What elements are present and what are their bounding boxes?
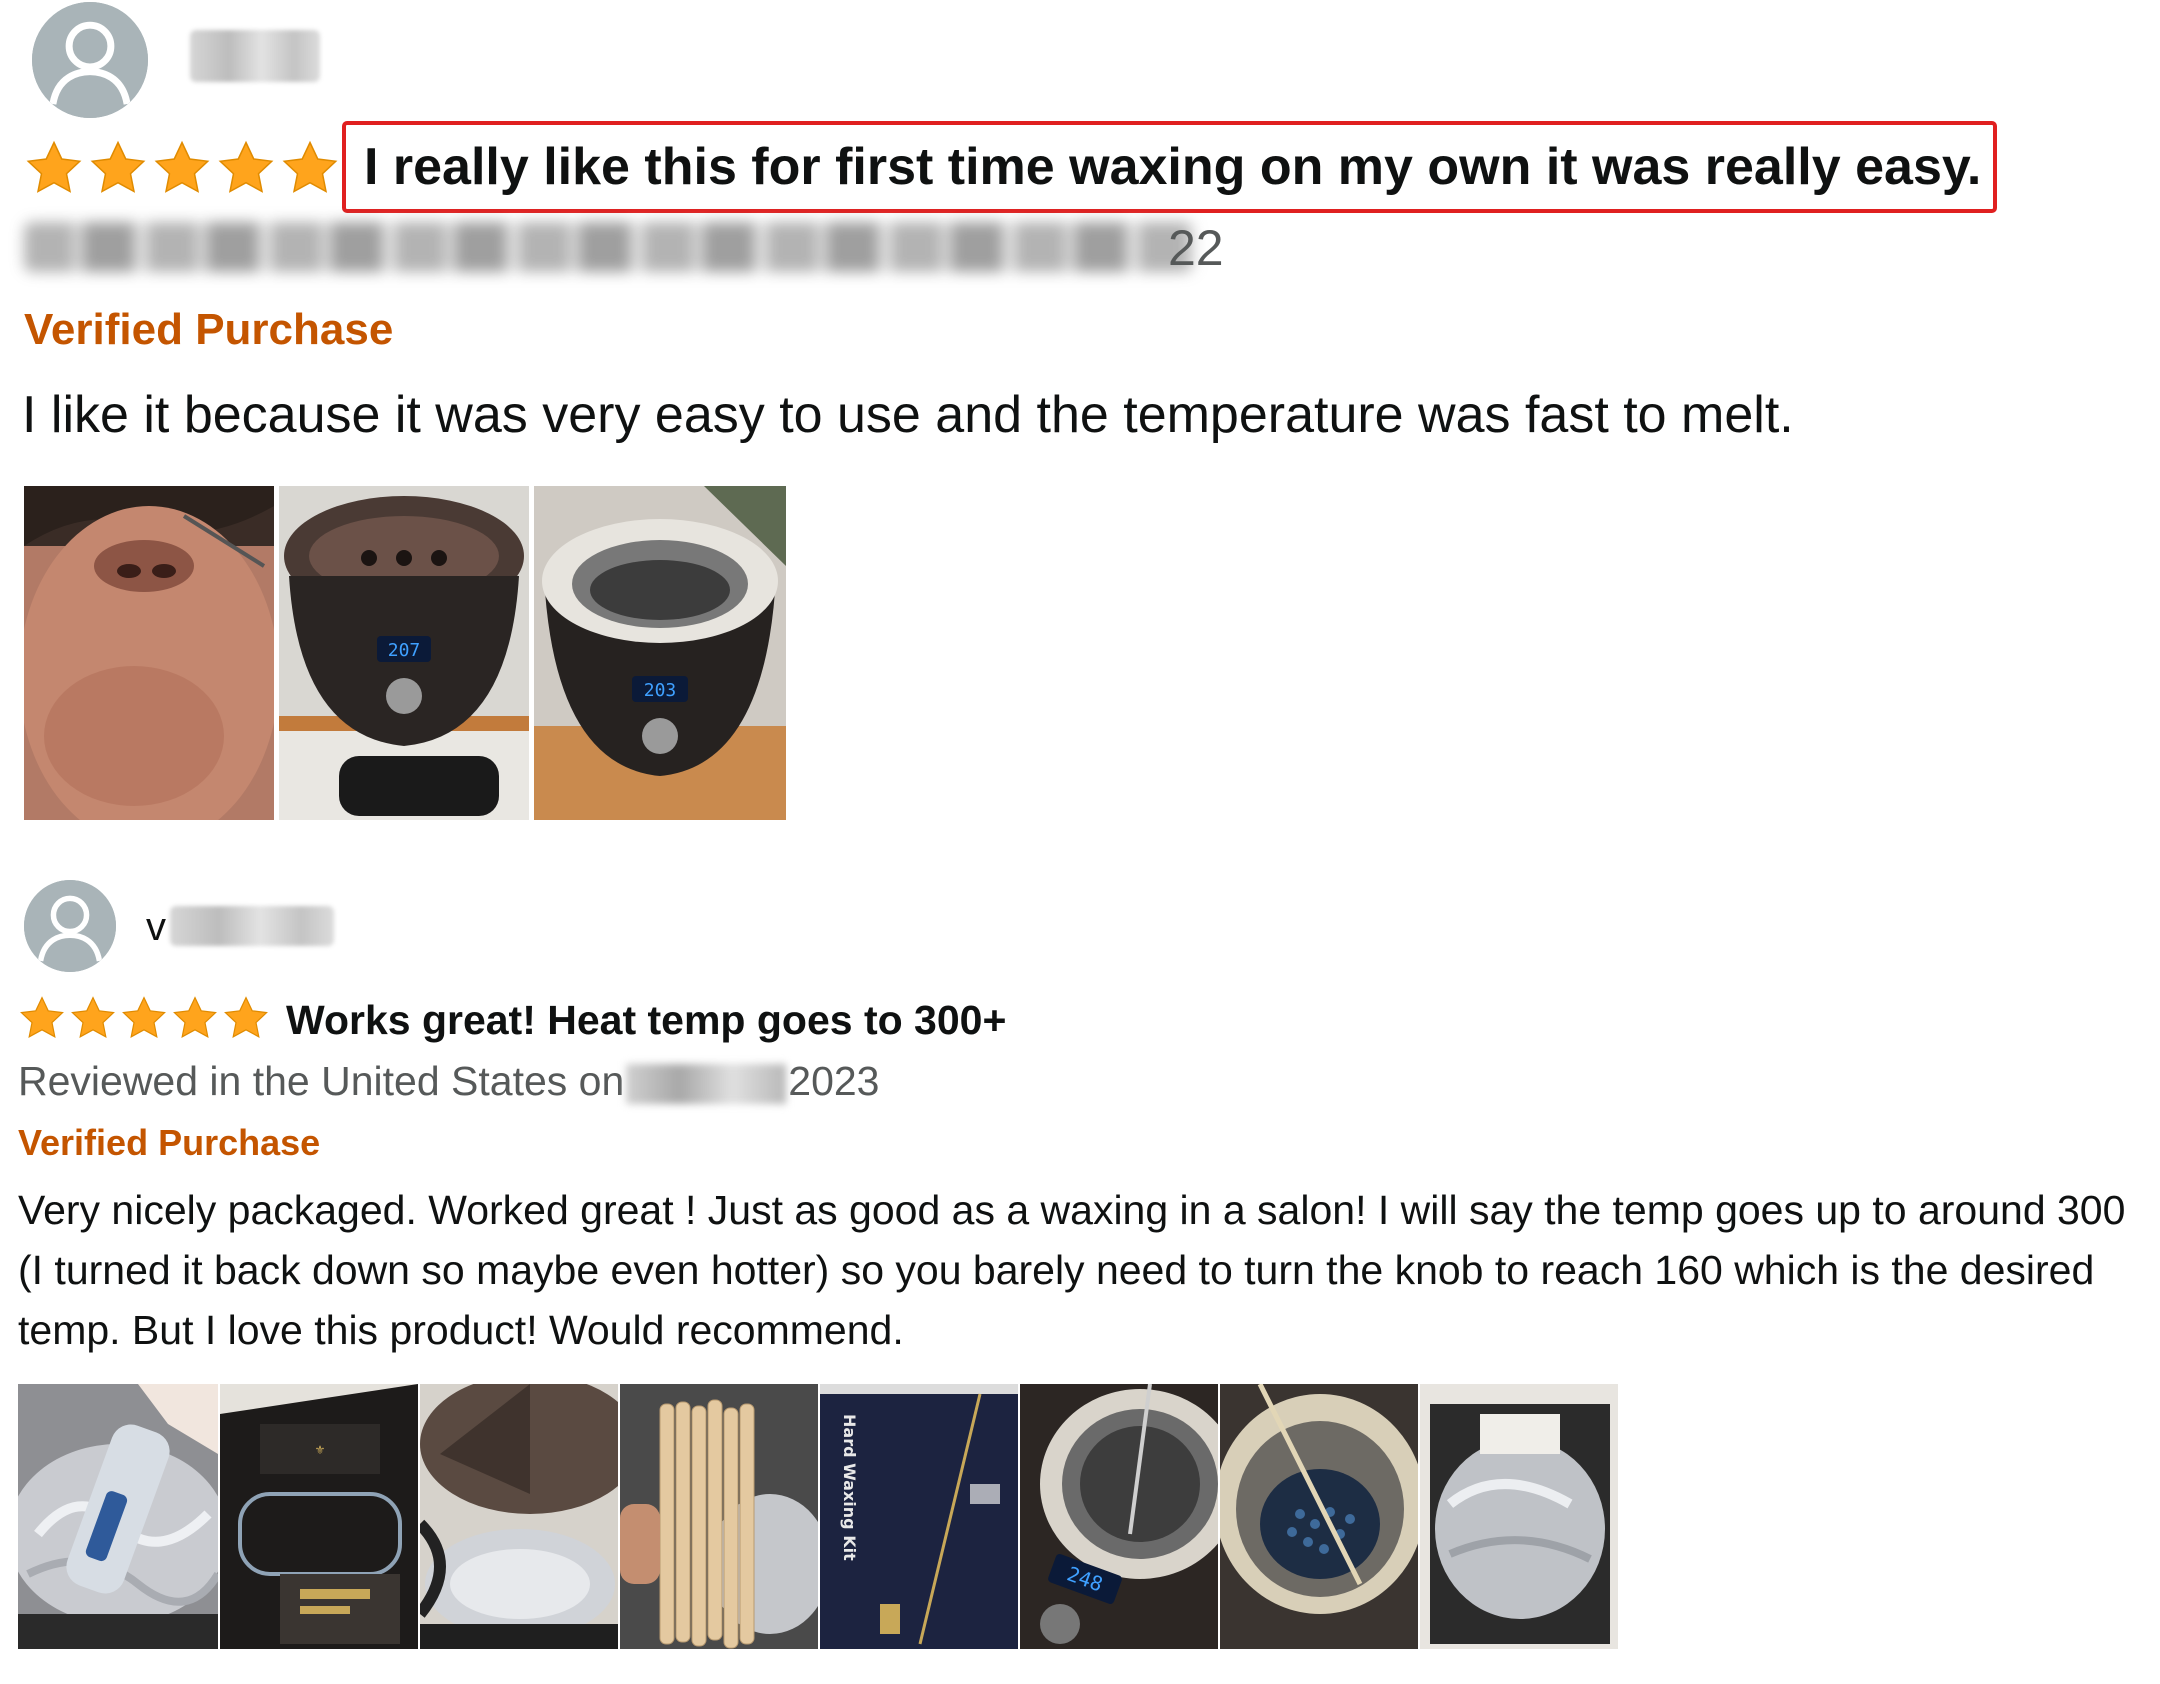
svg-text:⚜: ⚜: [315, 1443, 326, 1457]
review-date-redacted: [626, 1064, 787, 1105]
star-icon: [224, 996, 268, 1038]
avatar[interactable]: [24, 880, 116, 972]
star-icon: [154, 140, 210, 193]
review-body: Very nicely packaged. Worked great ! Jus…: [18, 1187, 2126, 1353]
reviewer-name-redacted: [170, 906, 334, 946]
review-photo-lid[interactable]: [420, 1384, 618, 1649]
avatar-icon: [32, 2, 148, 118]
star-icon: [122, 996, 166, 1038]
review-date-year: 2023: [788, 1058, 880, 1104]
reviewer-name-visible: v: [146, 905, 166, 949]
review-photo-warmer-lid[interactable]: 207: [279, 486, 529, 820]
review-photo-warmer-display[interactable]: 248: [1020, 1384, 1218, 1649]
review-date-redacted: [24, 222, 1194, 272]
verified-purchase-badge: Verified Purchase: [18, 1122, 321, 1163]
star-icon: [218, 140, 274, 193]
review-photo-face[interactable]: [24, 486, 274, 820]
review-date: Reviewed in the United States on 2023: [18, 1053, 879, 1109]
star-icon: [173, 996, 217, 1038]
review-date-visible-tail: 22: [1168, 220, 1224, 276]
star-icon: [26, 140, 82, 193]
avatar-icon: [24, 880, 116, 972]
star-icon: [282, 140, 338, 193]
star-rating: [24, 138, 340, 198]
reviewer-name-redacted: [190, 30, 320, 82]
review-title[interactable]: I really like this for first time waxing…: [342, 121, 1998, 213]
review-photo-kit-box[interactable]: ⚜: [220, 1384, 418, 1649]
star-icon: [71, 996, 115, 1038]
avatar[interactable]: [32, 2, 148, 118]
review-title[interactable]: Works great! Heat temp goes to 300+: [286, 992, 1006, 1048]
review-photo-wax-beads[interactable]: [1220, 1384, 1418, 1649]
review-photo-pot-foil[interactable]: [18, 1384, 218, 1649]
display-readout: 207: [388, 640, 421, 661]
star-rating: [18, 994, 270, 1042]
review-photo-hard-waxing-kit-box[interactable]: Hard Waxing Kit: [820, 1384, 1018, 1649]
star-icon: [90, 140, 146, 193]
review-date-prefix: Reviewed in the United States on: [18, 1058, 625, 1104]
display-readout: 203: [644, 680, 677, 701]
review-body: I like it because it was very easy to us…: [22, 386, 1794, 444]
box-label: Hard Waxing Kit: [840, 1414, 859, 1561]
star-icon: [20, 996, 64, 1038]
verified-purchase-badge: Verified Purchase: [24, 305, 394, 354]
review-photo-wooden-sticks[interactable]: [620, 1384, 818, 1649]
review-photo-foil-wrapped-warmer[interactable]: [1420, 1384, 1618, 1649]
review-photo-warmer-open[interactable]: 203: [534, 486, 786, 820]
